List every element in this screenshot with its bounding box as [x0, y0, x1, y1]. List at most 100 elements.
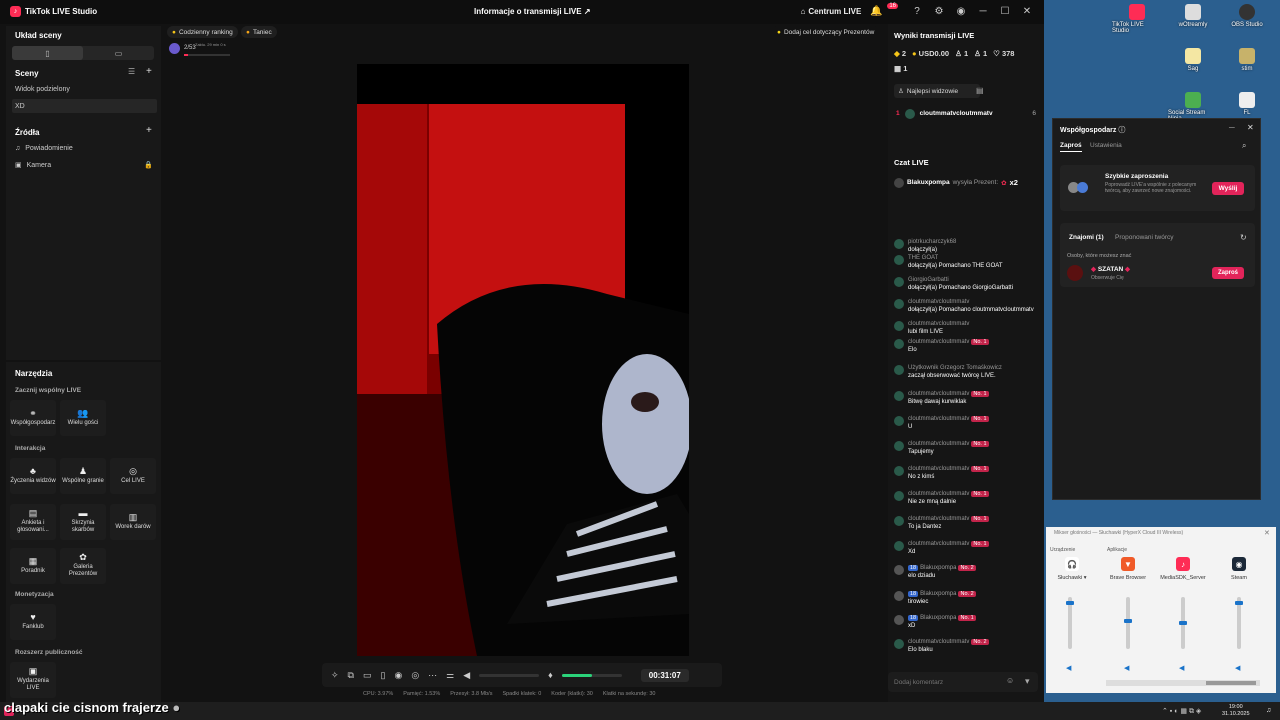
chat-message[interactable]: cloutmmatvcloutmmatv No. 1 Nie ze mną daln…: [894, 490, 1038, 506]
scene-item[interactable]: Widok podzielony: [12, 82, 157, 96]
notification-bell-icon[interactable]: ♫: [1266, 707, 1271, 714]
avatar[interactable]: ◉: [954, 4, 968, 18]
dance-pill[interactable]: ● Taniec: [241, 26, 277, 38]
clock[interactable]: 19:00 31.10.2025: [1222, 704, 1250, 718]
close-icon[interactable]: ✕: [1264, 529, 1270, 537]
top-viewer-row[interactable]: 1 cloutmmatvcloutmmatv 6: [896, 108, 1036, 119]
desktop-icon-streamly[interactable]: wOtreamly: [1168, 4, 1218, 28]
tab-friends[interactable]: Znajomi (1): [1069, 234, 1104, 241]
list-icon[interactable]: ☰: [128, 67, 135, 76]
stream-info-button[interactable]: Informacje o transmisji LIVE ↗: [474, 7, 591, 16]
volume-slider[interactable]: [1179, 597, 1187, 649]
lock-icon[interactable]: 🔒: [144, 161, 153, 169]
games-button[interactable]: ♟ Wspólne granie: [60, 458, 106, 494]
speaker-volume-slider[interactable]: [479, 673, 540, 677]
guide-button[interactable]: ▦ Poradnik: [10, 548, 56, 584]
speaker-icon[interactable]: ◀: [1179, 664, 1184, 672]
layers-icon[interactable]: ⧉: [348, 670, 354, 681]
help-icon[interactable]: ?: [910, 4, 924, 18]
tray-icons[interactable]: ⌃ ▪ ◐ ▦ ⧉ ◈: [1162, 707, 1201, 716]
comment-input-box[interactable]: ☺: [888, 672, 1038, 692]
minimize-icon[interactable]: ─: [1229, 123, 1235, 132]
microphone-icon[interactable]: ♦: [548, 670, 553, 680]
mixer-channel-brave[interactable]: ▼ Brave Browser: [1102, 557, 1154, 581]
mixer-channel-steam[interactable]: ◉ Steam: [1213, 557, 1265, 581]
desktop-icon-stim[interactable]: stim: [1222, 48, 1272, 72]
notification-icon[interactable]: 🔔: [869, 4, 883, 18]
chat-message[interactable]: cloutmmatvcloutmmatv No. 1 No z kimś: [894, 465, 1038, 481]
slider-knob[interactable]: [1066, 600, 1074, 605]
desktop-icon-tiktok-studio[interactable]: TikTok LIVE Studio: [1112, 4, 1162, 34]
chat-message[interactable]: cloutmmatvcloutmmatv No. 2 Elo blaku: [894, 638, 1038, 654]
mixer-channel-mediasdk[interactable]: ♪ MediaSDK_Server: [1157, 557, 1209, 581]
live-events-button[interactable]: ▣ Wydarzenia LIVE: [10, 662, 56, 698]
poll-button[interactable]: ▤ Ankieta i głosowani...: [10, 504, 56, 540]
scene-item-selected[interactable]: XD: [12, 99, 157, 113]
portrait-icon[interactable]: ▯: [381, 670, 386, 681]
chat-message[interactable]: cloutmmatvcloutmmatv No. 1 To ja Dantez: [894, 515, 1038, 531]
speaker-icon[interactable]: ◀: [1124, 664, 1129, 672]
mixer-channel-headphones[interactable]: 🎧 Słuchawki ▾: [1046, 557, 1098, 581]
chat-message[interactable]: cloutmmatvcloutmmatv No. 1 Bitwę dawaj kur…: [894, 390, 1038, 406]
gift-bag-button[interactable]: ▥ Worek darów: [110, 504, 156, 540]
close-icon[interactable]: ✕: [1247, 123, 1254, 132]
chat-message[interactable]: cloutmmatvcloutmmatv No. 1U: [894, 415, 1038, 431]
desktop-icon-fl[interactable]: FL: [1222, 92, 1272, 116]
chat-message[interactable]: THE GOAT dołączył(a) Pomachano THE GOAT: [894, 254, 1038, 270]
slider-knob[interactable]: [1235, 600, 1243, 605]
comment-input[interactable]: [894, 676, 1004, 688]
cohost-tool-button[interactable]: ⚭ Współgospodarz: [10, 400, 56, 436]
source-item-notification[interactable]: ♫ Powiadomienie: [12, 141, 157, 155]
settings-icon[interactable]: ⚙: [932, 4, 946, 18]
chat-message[interactable]: cloutmmatvcloutmmatv dołączył(a) Pomachan…: [894, 298, 1038, 314]
chat-message[interactable]: cloutmmatvcloutmmatv lubi film LIVE: [894, 320, 1038, 336]
gift-gallery-button[interactable]: ✿ Galeria Prezentów: [60, 548, 106, 584]
tab-suggested[interactable]: Proponowani twórcy: [1115, 234, 1174, 241]
fanclub-button[interactable]: ♥ Fanklub: [10, 604, 56, 640]
desktop-icon-obs[interactable]: OBS Studio: [1222, 4, 1272, 28]
record-icon[interactable]: ◉: [394, 670, 402, 681]
chat-message[interactable]: GiorgioGarbatti dołączył(a) Pomachano Gio…: [894, 276, 1038, 292]
chat-message[interactable]: piotrkucharczyk68 dołączył(a): [894, 238, 1038, 254]
list-view-icon[interactable]: ▤: [976, 86, 984, 95]
live-center-button[interactable]: ⌂ Centrum LIVE: [801, 7, 862, 16]
volume-slider[interactable]: [1124, 597, 1132, 649]
add-scene-icon[interactable]: +: [146, 66, 152, 77]
volume-slider[interactable]: [1066, 597, 1074, 649]
chat-message[interactable]: 18 Blakuxpompa No. 1 xD: [894, 614, 1038, 630]
daily-ranking-pill[interactable]: ● Codzienny ranking: [167, 26, 238, 38]
live-goal-button[interactable]: ◎ Cel LIVE: [110, 458, 156, 494]
multi-guest-tool-button[interactable]: 👥 Wielu gości: [60, 400, 106, 436]
slider-knob[interactable]: [1179, 621, 1187, 625]
camera-switch-icon[interactable]: ◎: [411, 670, 419, 681]
filter-icon[interactable]: ⚌: [446, 670, 454, 681]
add-source-icon[interactable]: +: [146, 125, 152, 136]
speaker-icon[interactable]: ◀: [1235, 664, 1240, 672]
more-icon[interactable]: ⋯: [428, 670, 437, 681]
top-viewers-tab[interactable]: ♙ Najlepsi widzowie: [894, 84, 980, 98]
chat-message[interactable]: cloutmmatvcloutmmatv No. 1 Xd: [894, 540, 1038, 556]
slider-knob[interactable]: [1124, 618, 1132, 623]
refresh-icon[interactable]: ↻: [1240, 233, 1247, 242]
close-icon[interactable]: ✕: [1020, 4, 1034, 18]
chat-message[interactable]: 18 Blakuxpompa No. 2 elo dziadu: [894, 564, 1038, 580]
invite-button[interactable]: Zaproś: [1212, 267, 1244, 279]
maximize-icon[interactable]: ☐: [998, 4, 1012, 18]
mic-volume-slider[interactable]: [561, 673, 622, 677]
horizontal-scrollbar[interactable]: [1106, 680, 1260, 686]
tab-settings[interactable]: Ustawienia: [1090, 142, 1122, 149]
volume-slider[interactable]: [1235, 597, 1243, 649]
search-icon[interactable]: ⌕: [1242, 141, 1246, 151]
gift-goal-button[interactable]: ● Dodaj cel dotyczący Prezentów: [772, 26, 880, 38]
portrait-layout-icon[interactable]: ▯: [12, 46, 83, 60]
speaker-icon[interactable]: ◀: [1066, 664, 1071, 672]
chat-message[interactable]: Użytkownik Grzegorz Tomaśkowicz zaczął ob…: [894, 364, 1038, 380]
chat-message[interactable]: cloutmmatvcloutmmatv No. 1 Elo: [894, 338, 1038, 354]
send-button[interactable]: Wyślij: [1212, 182, 1244, 195]
speaker-icon[interactable]: ◀: [463, 670, 470, 681]
emoji-icon[interactable]: ☺: [1006, 676, 1014, 685]
layout-icon[interactable]: ▭: [363, 670, 372, 681]
layout-switch[interactable]: ▯ ▭: [12, 46, 154, 60]
magic-wand-icon[interactable]: ✧: [331, 670, 339, 681]
desktop-icon-file[interactable]: Sag: [1168, 48, 1218, 72]
